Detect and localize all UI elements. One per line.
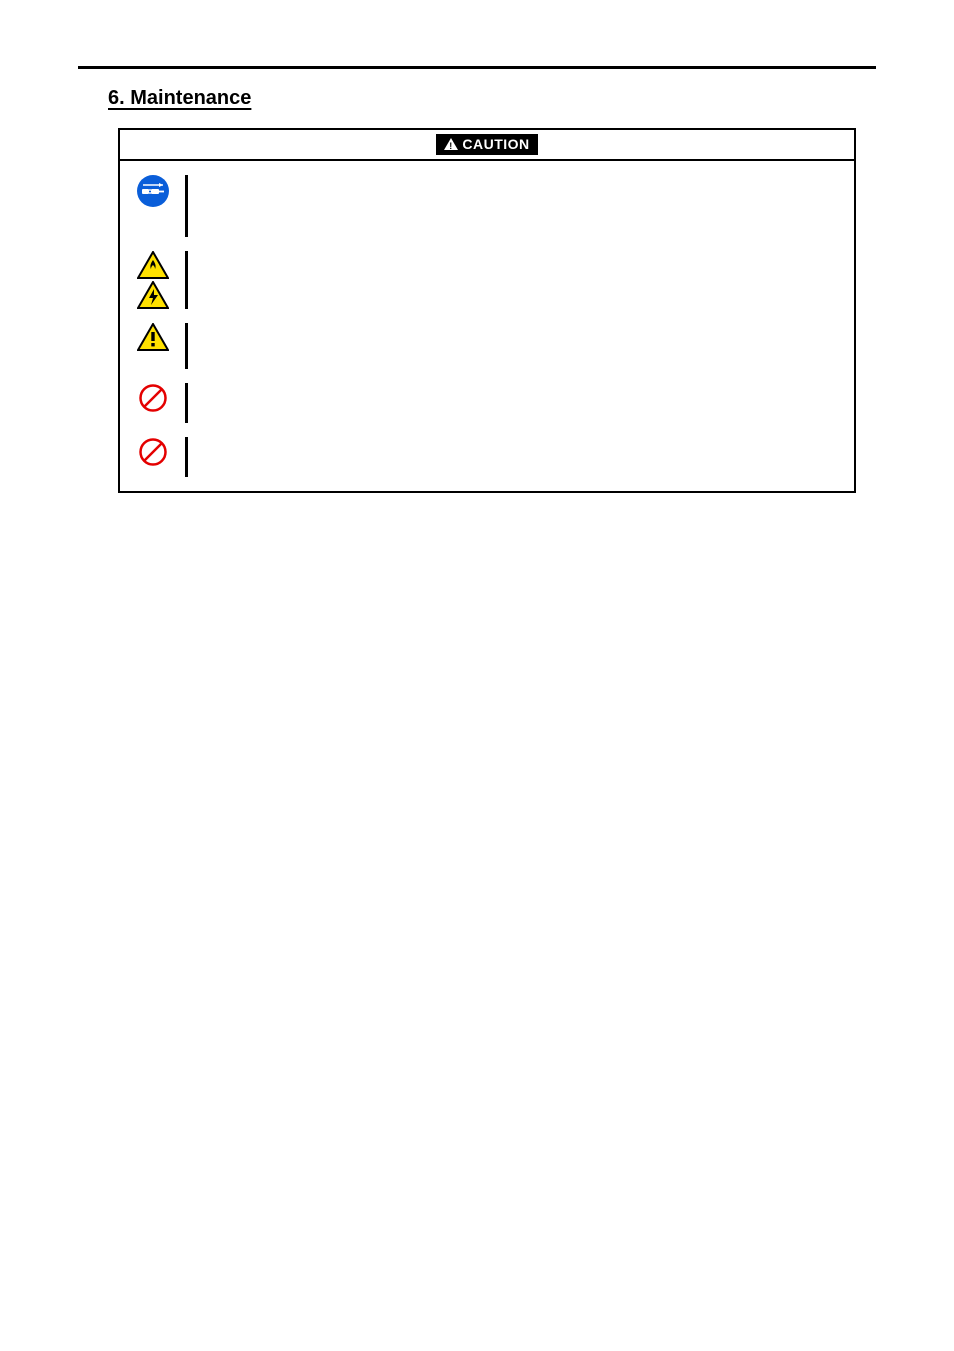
warning-exclaim-icon (137, 323, 169, 351)
caution-row (130, 437, 844, 477)
electric-shock-icon (137, 281, 169, 309)
caution-label-text: CAUTION (462, 136, 529, 152)
caution-box: ! CAUTION (118, 128, 856, 493)
prohibit-icon (138, 383, 168, 413)
caution-row (130, 175, 844, 237)
caution-header: ! CAUTION (120, 130, 854, 161)
caution-row (130, 251, 844, 309)
svg-text:!: ! (450, 141, 454, 150)
prohibit-icon (138, 437, 168, 467)
top-horizontal-rule (78, 66, 876, 69)
flame-icon (137, 251, 169, 279)
section-title: 6. Maintenance (108, 87, 876, 110)
caution-body (120, 161, 854, 491)
caution-row (130, 383, 844, 423)
caution-triangle-icon: ! (444, 137, 458, 153)
caution-row (130, 323, 844, 369)
caution-badge: ! CAUTION (436, 134, 537, 155)
unplug-icon (137, 175, 169, 207)
